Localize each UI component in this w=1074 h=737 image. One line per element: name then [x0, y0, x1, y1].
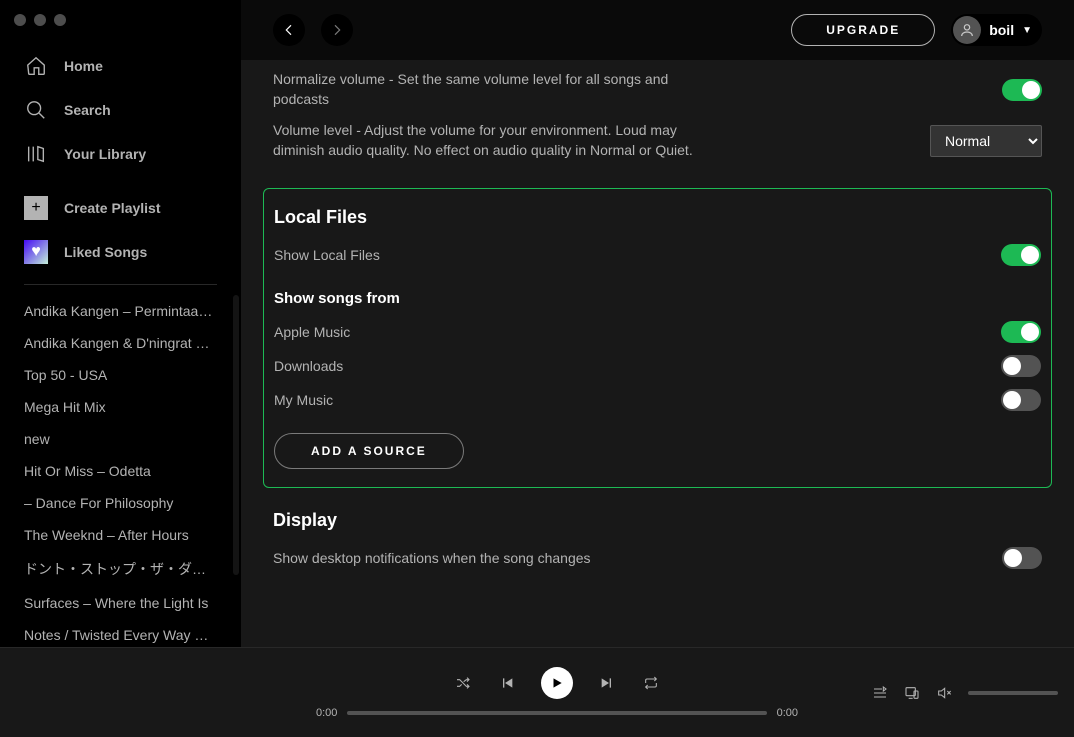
- show-songs-from-heading: Show songs from: [274, 290, 1041, 307]
- user-menu[interactable]: boil ▼: [951, 14, 1042, 46]
- time-elapsed: 0:00: [316, 707, 337, 719]
- playlist-list[interactable]: Andika Kangen – Permintaa…Andika Kangen …: [0, 295, 241, 647]
- sidebar: Home Search Your Library +: [0, 0, 241, 647]
- next-button[interactable]: [597, 673, 617, 693]
- home-icon: [24, 54, 48, 78]
- nav-search[interactable]: Search: [8, 88, 233, 132]
- playlist-item[interactable]: Andika Kangen – Permintaa…: [8, 295, 233, 327]
- previous-button[interactable]: [497, 673, 517, 693]
- setting-volume-level: Volume level - Adjust the volume for you…: [273, 115, 1042, 166]
- divider: [24, 284, 217, 285]
- source-toggle[interactable]: [1001, 389, 1041, 411]
- desktop-notifications-label: Show desktop notifications when the song…: [273, 549, 591, 569]
- nav-library[interactable]: Your Library: [8, 132, 233, 176]
- show-local-files-toggle[interactable]: [1001, 244, 1041, 266]
- time-total: 0:00: [777, 707, 798, 719]
- upgrade-label: UPGRADE: [826, 23, 900, 37]
- nav-library-label: Your Library: [64, 146, 146, 162]
- create-playlist[interactable]: + Create Playlist: [8, 186, 233, 230]
- playlist-item[interactable]: The Weeknd – After Hours: [8, 519, 233, 551]
- source-toggle[interactable]: [1001, 355, 1041, 377]
- liked-songs-label: Liked Songs: [64, 244, 147, 260]
- nav-forward-button[interactable]: [321, 14, 353, 46]
- source-label: Apple Music: [274, 323, 350, 343]
- nav-search-label: Search: [64, 102, 111, 118]
- playlist-item[interactable]: Surfaces – Where the Light Is: [8, 587, 233, 619]
- heart-icon: ♥: [24, 240, 48, 264]
- player-controls: [453, 667, 661, 699]
- display-title: Display: [273, 510, 1042, 531]
- local-files-title: Local Files: [274, 207, 1041, 228]
- mute-button[interactable]: [936, 685, 952, 701]
- volume-level-label: Volume level - Adjust the volume for you…: [273, 121, 693, 160]
- normalize-label: Normalize volume - Set the same volume l…: [273, 70, 693, 109]
- setting-desktop-notifications: Show desktop notifications when the song…: [273, 541, 1042, 575]
- window-traffic-lights[interactable]: [0, 0, 241, 44]
- progress-row: 0:00 0:00: [316, 707, 798, 719]
- add-source-button[interactable]: ADD A SOURCE: [274, 433, 464, 469]
- playlist-item[interactable]: new: [8, 423, 233, 455]
- avatar-icon: [953, 16, 981, 44]
- queue-button[interactable]: [872, 685, 888, 701]
- shuffle-button[interactable]: [453, 673, 473, 693]
- settings-content: Normalize volume - Set the same volume l…: [241, 60, 1074, 647]
- nav-home-label: Home: [64, 58, 103, 74]
- source-row: Apple Music: [274, 315, 1041, 349]
- playlist-item[interactable]: Notes / Twisted Every Way …: [8, 619, 233, 647]
- repeat-button[interactable]: [641, 673, 661, 693]
- playlist-item[interactable]: Andika Kangen & D'ningrat …: [8, 327, 233, 359]
- source-row: My Music: [274, 383, 1041, 417]
- desktop-notifications-toggle[interactable]: [1002, 547, 1042, 569]
- playlist-item[interactable]: Top 50 - USA: [8, 359, 233, 391]
- playlist-item[interactable]: Mega Hit Mix: [8, 391, 233, 423]
- setting-normalize-volume: Normalize volume - Set the same volume l…: [273, 64, 1042, 115]
- library-icon: [24, 142, 48, 166]
- source-label: My Music: [274, 391, 333, 411]
- source-row: Downloads: [274, 349, 1041, 383]
- player-bar: 0:00 0:00: [0, 647, 1074, 737]
- user-name: boil: [989, 22, 1014, 38]
- playlist-item[interactable]: ドント・ストップ・ザ・ダン…: [8, 551, 233, 587]
- liked-songs[interactable]: ♥ Liked Songs: [8, 230, 233, 274]
- create-playlist-label: Create Playlist: [64, 200, 161, 216]
- top-bar: UPGRADE boil ▼: [241, 0, 1074, 60]
- local-files-section: Local Files Show Local Files Show songs …: [263, 188, 1052, 488]
- upgrade-button[interactable]: UPGRADE: [791, 14, 935, 46]
- nav-back-button[interactable]: [273, 14, 305, 46]
- caret-down-icon: ▼: [1022, 25, 1032, 36]
- search-icon: [24, 98, 48, 122]
- add-source-label: ADD A SOURCE: [311, 444, 427, 458]
- volume-level-select[interactable]: LoudNormalQuiet: [930, 125, 1042, 157]
- playlist-item[interactable]: – Dance For Philosophy: [8, 487, 233, 519]
- plus-icon: +: [24, 196, 48, 220]
- source-toggle[interactable]: [1001, 321, 1041, 343]
- main-panel: UPGRADE boil ▼ Normalize volume - Set th…: [241, 0, 1074, 647]
- nav-home[interactable]: Home: [8, 44, 233, 88]
- source-label: Downloads: [274, 357, 343, 377]
- devices-button[interactable]: [904, 685, 920, 701]
- setting-show-local-files: Show Local Files: [274, 238, 1041, 272]
- scrollbar-handle[interactable]: [233, 295, 239, 575]
- show-local-files-label: Show Local Files: [274, 246, 380, 266]
- volume-slider[interactable]: [968, 691, 1058, 695]
- play-button[interactable]: [541, 667, 573, 699]
- progress-bar[interactable]: [347, 711, 766, 715]
- normalize-toggle[interactable]: [1002, 79, 1042, 101]
- playlist-item[interactable]: Hit Or Miss – Odetta: [8, 455, 233, 487]
